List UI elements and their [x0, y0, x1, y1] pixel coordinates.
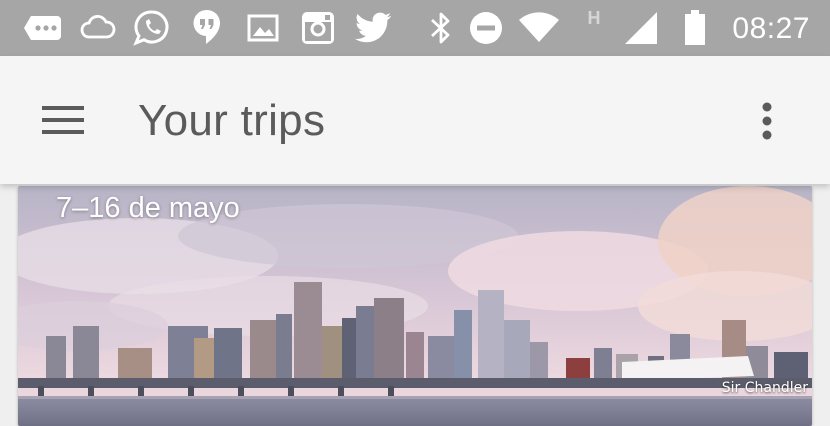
trip-dates: 7–16 de mayo: [56, 192, 240, 224]
photo-credit: Sir Chandler: [721, 380, 808, 396]
page-title: Your trips: [138, 96, 326, 145]
do-not-disturb-icon: [468, 0, 504, 56]
network-type-label: H: [587, 8, 601, 28]
app-bar: Your trips: [0, 56, 830, 184]
more-vert-icon: [762, 102, 772, 140]
cloud-icon: [80, 0, 116, 56]
twitter-icon: [355, 0, 393, 56]
battery-icon: [682, 0, 708, 56]
network-type-icon: H: [582, 0, 606, 56]
wifi-icon: [518, 0, 560, 56]
hangouts-icon: [190, 0, 224, 56]
menu-icon: [42, 106, 84, 134]
menu-button[interactable]: [30, 90, 96, 150]
trip-card[interactable]: 7–16 de mayo Sir Chandler: [18, 186, 812, 426]
instagram-icon: [299, 0, 337, 56]
status-bar: H 08:27: [0, 0, 830, 56]
bluetooth-icon: [428, 0, 454, 56]
image-icon: [246, 0, 280, 56]
more-notifications-icon: [22, 0, 64, 56]
cell-signal-icon: [622, 0, 660, 56]
whatsapp-icon: [133, 0, 171, 56]
more-options-button[interactable]: [742, 90, 792, 152]
clock: 08:27: [732, 12, 810, 45]
